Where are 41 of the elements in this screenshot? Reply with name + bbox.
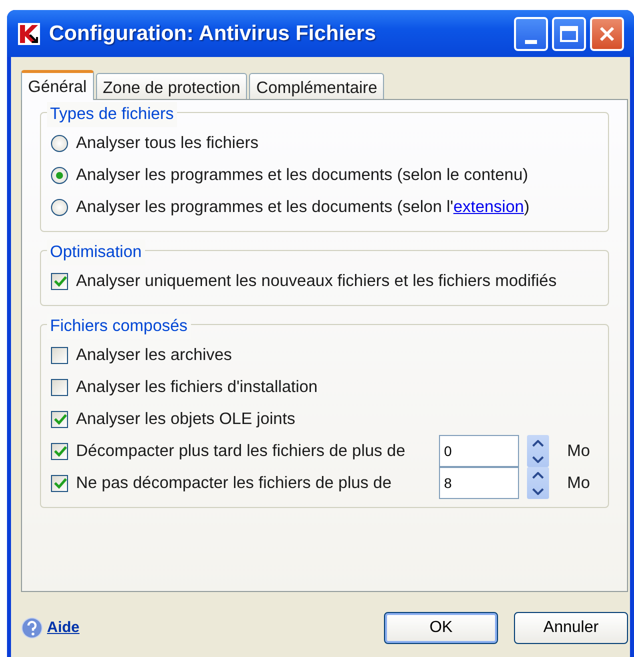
close-button[interactable] [590,16,624,50]
maximize-button[interactable] [552,16,586,50]
help-link[interactable]: Aide [47,616,384,640]
radio-button[interactable] [51,166,68,184]
unit-label: Mo [567,472,590,494]
group-title: Types de fichiers [47,102,177,127]
checkbox[interactable] [51,442,68,460]
minimize-button[interactable] [514,16,548,50]
ok-button[interactable]: OK [384,612,498,644]
tab[interactable]: Général [21,70,94,100]
option-label: Ne pas décompacter les fichiers de plus de [76,472,392,494]
radio-button[interactable] [51,198,68,216]
number-field[interactable]: 8 [439,467,519,499]
checkbox[interactable] [51,410,68,428]
extension-link[interactable]: extension [453,198,524,216]
unit-label: Mo [567,440,590,462]
option-label: Analyser tous les fichiers [76,132,258,154]
number-field[interactable]: 0 [439,435,519,467]
checkbox[interactable] [51,272,68,290]
option-label: Analyser les objets OLE joints [76,408,296,430]
radio-button[interactable] [51,134,68,152]
option-label: Analyser les programmes et les documents (selon l'extension) [76,196,530,218]
option-label: Analyser les archives [76,344,232,366]
help-icon [21,617,43,639]
close-icon [598,24,616,42]
option-label: Analyser les fichiers d'installation [76,376,318,398]
window-title: Configuration: Antivirus Fichiers [49,20,378,47]
app-logo-icon [17,22,41,46]
minimize-icon [525,40,537,44]
checkbox[interactable] [51,474,68,492]
option-label: Analyser les programmes et les documents (selon le contenu) [76,164,528,186]
checkbox[interactable] [51,346,68,364]
maximize-icon [560,26,578,42]
spin-buttons[interactable] [527,435,549,467]
spin-buttons[interactable] [527,467,549,499]
checkbox[interactable] [51,378,68,396]
option-label: Analyser uniquement les nouveaux fichiers et les fichiers modifiés [76,270,557,292]
tab[interactable]: Complémentaire [249,73,384,99]
option-label: Décompacter plus tard les fichiers de plus de [76,440,406,462]
cancel-button[interactable]: Annuler [514,612,628,644]
tab[interactable]: Zone de protection [96,73,248,99]
